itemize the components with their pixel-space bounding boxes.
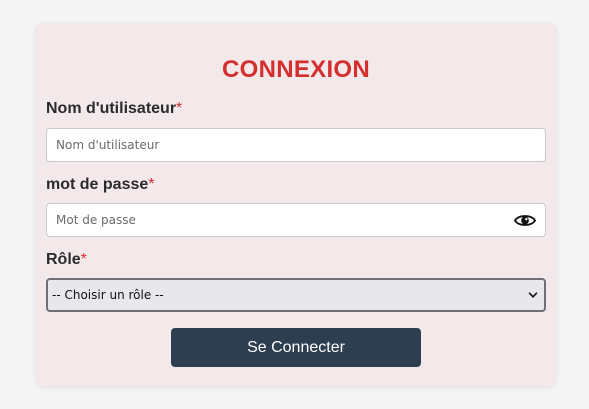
- username-field[interactable]: [46, 128, 546, 162]
- role-select-value: -- Choisir un rôle --: [52, 288, 164, 302]
- eye-icon[interactable]: [514, 213, 536, 228]
- password-required-mark: *: [148, 176, 155, 193]
- username-label-text: Nom d'utilisateur: [46, 100, 177, 117]
- role-required-mark: *: [80, 251, 87, 268]
- chevron-down-icon: [528, 292, 538, 298]
- password-input[interactable]: [47, 204, 545, 236]
- password-label: mot de passe*: [46, 175, 155, 195]
- login-card: CONNEXION Nom d'utilisateur* mot de pass…: [36, 23, 556, 386]
- login-button[interactable]: Se Connecter: [171, 328, 421, 367]
- password-field[interactable]: [46, 203, 546, 237]
- password-label-text: mot de passe: [46, 176, 149, 193]
- username-label: Nom d'utilisateur*: [46, 99, 182, 119]
- role-select[interactable]: -- Choisir un rôle --: [46, 278, 546, 312]
- role-label: Rôle*: [46, 250, 87, 270]
- role-label-text: Rôle: [46, 251, 81, 268]
- username-required-mark: *: [176, 100, 183, 117]
- login-title: CONNEXION: [221, 56, 371, 83]
- username-input[interactable]: [47, 129, 545, 161]
